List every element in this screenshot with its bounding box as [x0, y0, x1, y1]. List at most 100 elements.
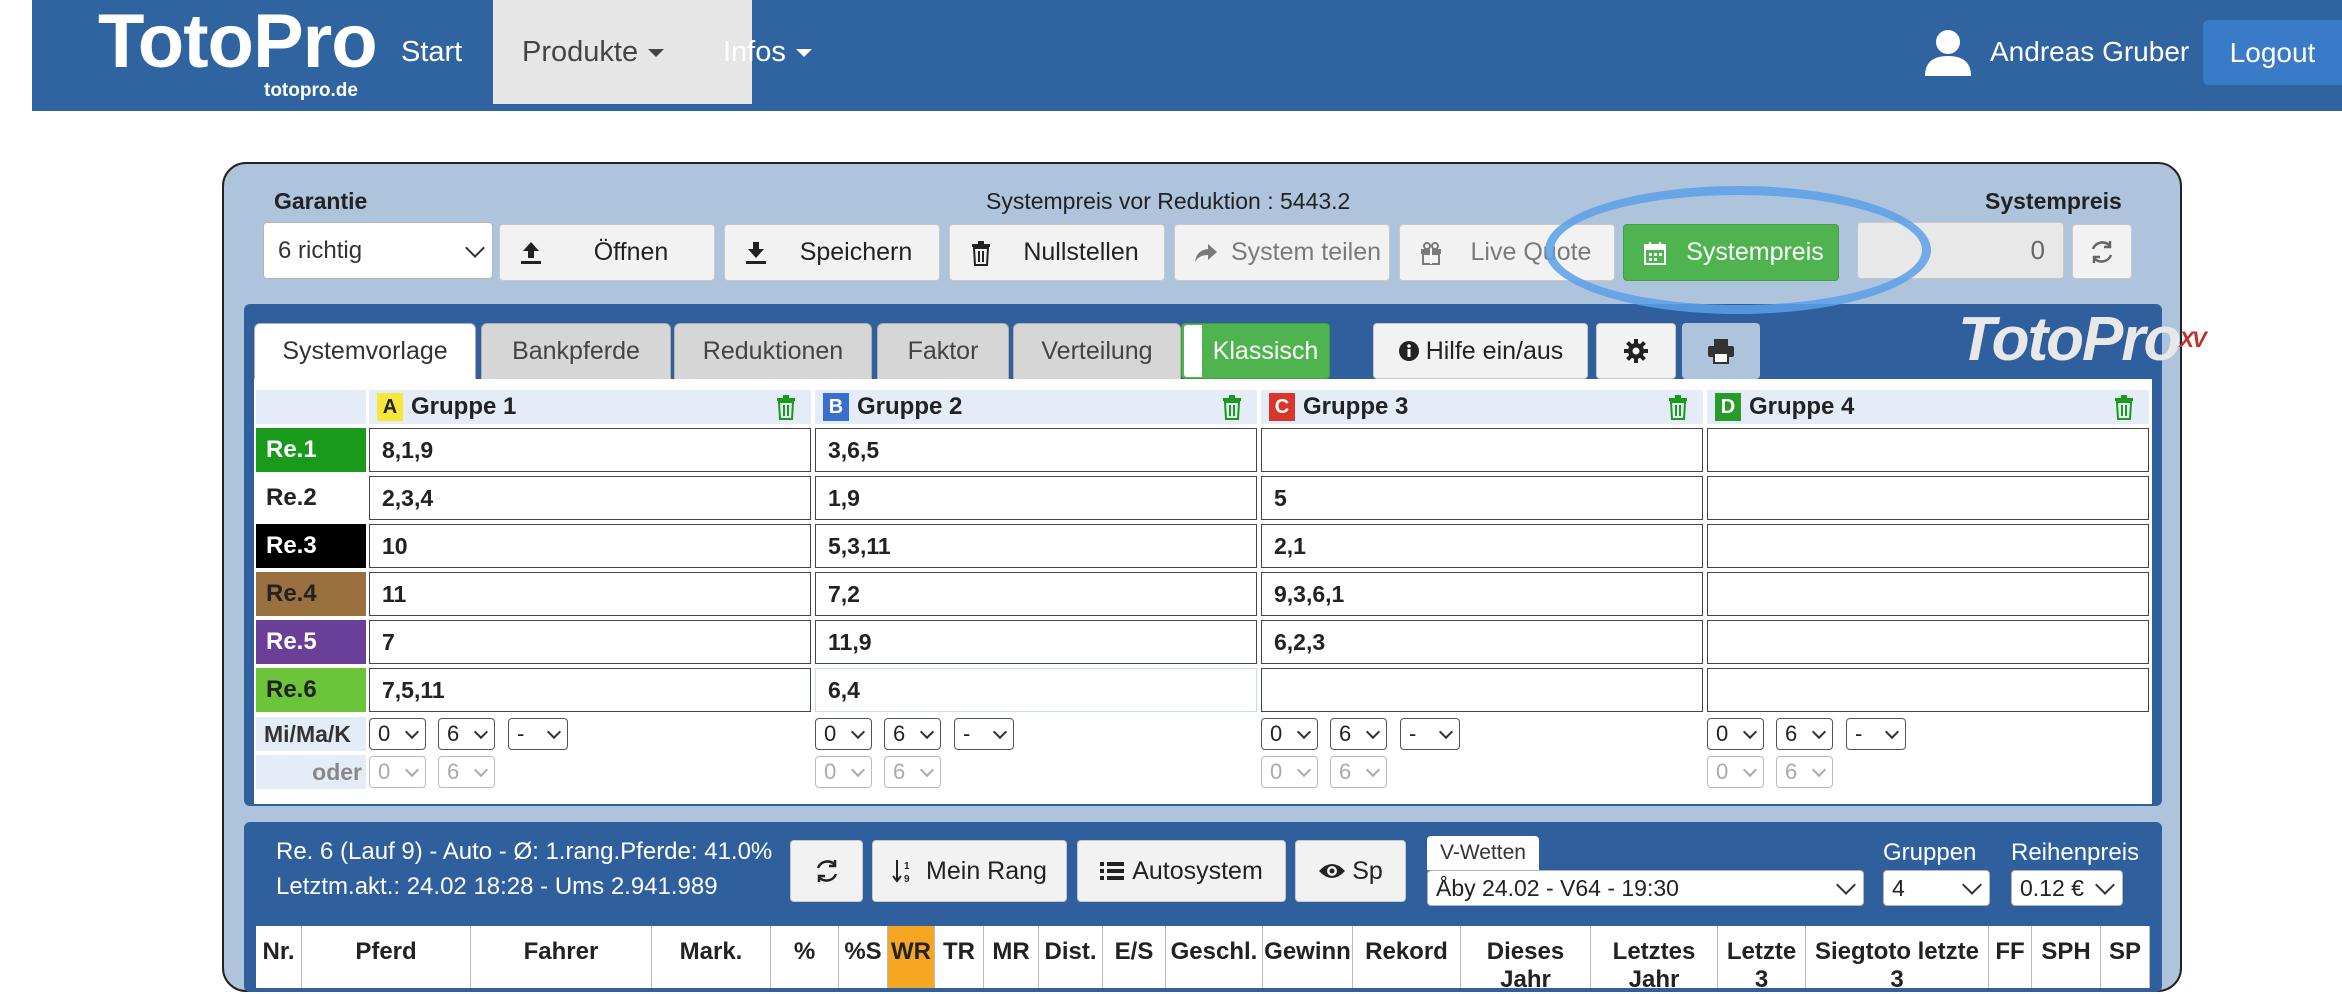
svg-text:9: 9 — [904, 874, 910, 884]
settings-button[interactable] — [1596, 323, 1676, 379]
oder-select-g2-1[interactable]: 0 — [815, 756, 872, 788]
trash-icon[interactable] — [775, 394, 797, 420]
cell-r5-g4[interactable] — [1707, 620, 2149, 664]
cell-r2-g4[interactable] — [1707, 476, 2149, 520]
column-header-pferd[interactable]: Pferd — [302, 926, 471, 988]
user-menu[interactable]: Andreas Gruber — [1922, 0, 2189, 104]
column-header-fahrer[interactable]: Fahrer — [471, 926, 652, 988]
row-label-5: Re.5 — [256, 620, 366, 664]
column-header-gewinn[interactable]: Gewinn — [1263, 926, 1353, 988]
cell-r2-g1[interactable]: 2,3,4 — [369, 476, 811, 520]
cell-r6-g3[interactable] — [1261, 668, 1703, 712]
cell-r2-g3[interactable]: 5 — [1261, 476, 1703, 520]
cell-r4-g2[interactable]: 7,2 — [815, 572, 1257, 616]
column-header--s[interactable]: %S — [839, 926, 888, 988]
reihenpreis-select[interactable]: 0.12 € — [2011, 870, 2123, 906]
column-header-[interactable]: % — [771, 926, 839, 988]
cell-r1-g3[interactable] — [1261, 428, 1703, 472]
tab-reduktionen[interactable]: Reduktionen — [674, 323, 872, 379]
column-header-nr[interactable]: Nr. — [256, 926, 302, 988]
mimak-select-g2-3[interactable]: - — [954, 718, 1014, 750]
logout-button[interactable]: Logout — [2203, 20, 2342, 85]
mein-rang-button[interactable]: 19 Mein Rang — [872, 840, 1067, 902]
cell-r5-g1[interactable]: 7 — [369, 620, 811, 664]
column-header-mr[interactable]: MR — [984, 926, 1039, 988]
sp-button[interactable]: Sp — [1295, 840, 1406, 902]
autosystem-button[interactable]: Autosystem — [1077, 840, 1286, 902]
cell-r5-g3[interactable]: 6,2,3 — [1261, 620, 1703, 664]
column-header-siegtoto-letzte-3[interactable]: Siegtoto letzte 3 — [1806, 926, 1989, 993]
mimak-select-g1-2[interactable]: 6 — [438, 718, 495, 750]
cell-r6-g1[interactable]: 7,5,11 — [369, 668, 811, 712]
tab-systemvorlage[interactable]: Systemvorlage — [254, 323, 476, 379]
tab-faktor[interactable]: Faktor — [877, 323, 1009, 379]
column-header-tr[interactable]: TR — [935, 926, 984, 988]
column-header-dist[interactable]: Dist. — [1039, 926, 1103, 988]
brand-logo[interactable]: TotoPro — [98, 4, 378, 80]
trash-icon[interactable] — [1221, 394, 1243, 420]
column-header-letztes-jahr[interactable]: Letztes Jahr — [1591, 926, 1718, 993]
nav-start[interactable]: Start — [372, 0, 491, 104]
mimak-select-g4-1[interactable]: 0 — [1707, 718, 1764, 750]
system-teilen-button[interactable]: System teilen — [1174, 224, 1390, 281]
reload-button[interactable] — [790, 840, 863, 902]
cell-r4-g3[interactable]: 9,3,6,1 — [1261, 572, 1703, 616]
gruppen-select[interactable]: 4 — [1883, 870, 1990, 906]
oder-select-g4-2[interactable]: 6 — [1776, 756, 1833, 788]
cell-r1-g1[interactable]: 8,1,9 — [369, 428, 811, 472]
column-header-rekord[interactable]: Rekord — [1353, 926, 1461, 988]
tab-bankpferde[interactable]: Bankpferde — [481, 323, 671, 379]
cell-r6-g4[interactable] — [1707, 668, 2149, 712]
row-label-1: Re.1 — [256, 428, 366, 472]
cell-r4-g4[interactable] — [1707, 572, 2149, 616]
cell-r3-g4[interactable] — [1707, 524, 2149, 568]
column-header-mark[interactable]: Mark. — [652, 926, 771, 988]
garantie-select[interactable]: 6 richtig — [263, 222, 493, 279]
mimak-select-g3-2[interactable]: 6 — [1330, 718, 1387, 750]
oder-select-g4-1[interactable]: 0 — [1707, 756, 1764, 788]
mimak-select-g1-3[interactable]: - — [508, 718, 568, 750]
mimak-select-g1-1[interactable]: 0 — [369, 718, 426, 750]
column-header-wr[interactable]: WR — [888, 926, 935, 988]
nullstellen-button[interactable]: Nullstellen — [949, 224, 1165, 281]
column-header-sph[interactable]: SPH — [2032, 926, 2101, 988]
nav-infos[interactable]: Infos — [694, 0, 841, 104]
cell-r3-g2[interactable]: 5,3,11 — [815, 524, 1257, 568]
speichern-button[interactable]: Speichern — [724, 224, 940, 281]
column-header-ff[interactable]: FF — [1989, 926, 2032, 988]
cell-r1-g4[interactable] — [1707, 428, 2149, 472]
klassisch-toggle[interactable]: Klassisch — [1181, 323, 1330, 379]
print-button[interactable] — [1682, 323, 1760, 379]
column-header-e-s[interactable]: E/S — [1103, 926, 1166, 988]
cell-r4-g1[interactable]: 11 — [369, 572, 811, 616]
column-header-dieses-jahr[interactable]: Dieses Jahr — [1461, 926, 1591, 993]
oder-select-g2-2[interactable]: 6 — [884, 756, 941, 788]
cell-r1-g2[interactable]: 3,6,5 — [815, 428, 1257, 472]
oeffnen-button[interactable]: Öffnen — [499, 224, 715, 281]
trash-icon[interactable] — [2113, 394, 2135, 420]
column-header-letzte-3[interactable]: Letzte 3 — [1718, 926, 1806, 993]
oder-select-g1-2[interactable]: 6 — [438, 756, 495, 788]
mimak-select-g2-1[interactable]: 0 — [815, 718, 872, 750]
mimak-select-g3-3[interactable]: - — [1400, 718, 1460, 750]
oder-select-g1-1[interactable]: 0 — [369, 756, 426, 788]
oder-select-g3-2[interactable]: 6 — [1330, 756, 1387, 788]
column-header-geschl[interactable]: Geschl. — [1166, 926, 1263, 988]
mimak-select-g4-2[interactable]: 6 — [1776, 718, 1833, 750]
cell-r3-g3[interactable]: 2,1 — [1261, 524, 1703, 568]
trash-icon[interactable] — [1667, 394, 1689, 420]
cell-r6-g2[interactable]: 6,4 — [815, 668, 1257, 712]
refresh-button[interactable] — [2072, 224, 2132, 279]
cell-r5-g2[interactable]: 11,9 — [815, 620, 1257, 664]
cell-r2-g2[interactable]: 1,9 — [815, 476, 1257, 520]
mimak-select-g3-1[interactable]: 0 — [1261, 718, 1318, 750]
cell-r3-g1[interactable]: 10 — [369, 524, 811, 568]
hilfe-button[interactable]: Hilfe ein/aus — [1373, 323, 1588, 379]
mimak-select-g2-2[interactable]: 6 — [884, 718, 941, 750]
mimak-select-g4-3[interactable]: - — [1846, 718, 1906, 750]
column-header-sp[interactable]: SP — [2101, 926, 2150, 988]
vwetten-select[interactable]: Åby 24.02 - V64 - 19:30 — [1427, 870, 1864, 906]
oder-select-g3-1[interactable]: 0 — [1261, 756, 1318, 788]
tab-verteilung[interactable]: Verteilung — [1013, 323, 1181, 379]
chevron-down-icon — [404, 762, 420, 778]
